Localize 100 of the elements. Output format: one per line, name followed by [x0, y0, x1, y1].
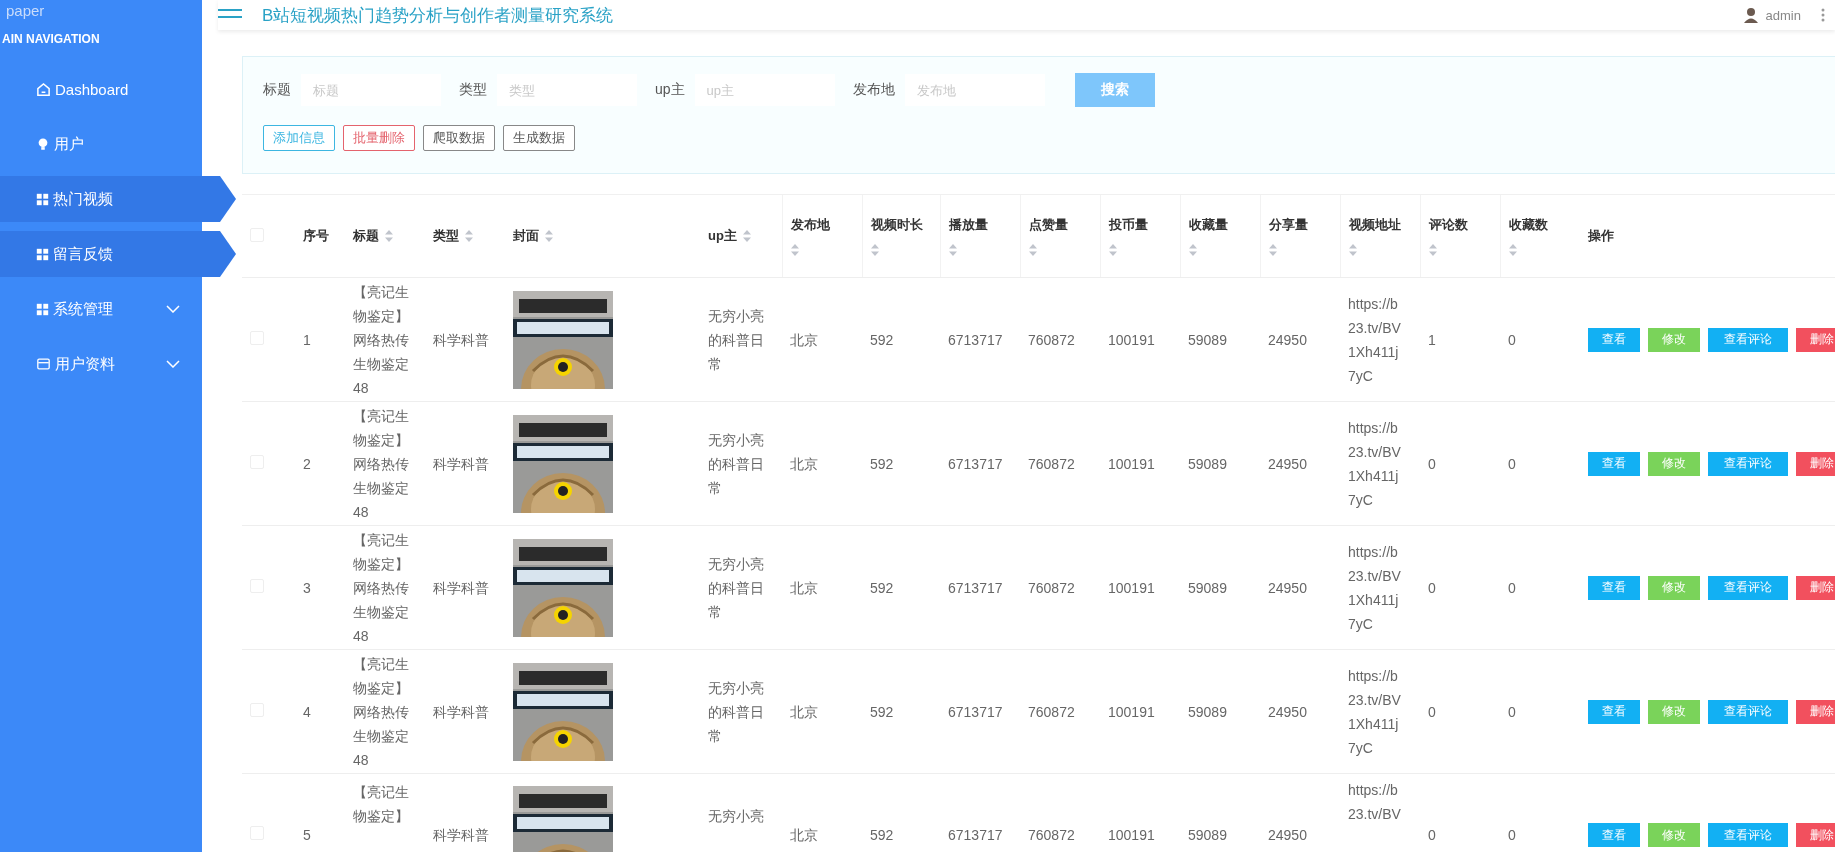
sidebar-item[interactable]: 用户资料 [0, 341, 202, 387]
action-button[interactable]: 爬取数据 [423, 125, 495, 151]
action-button[interactable]: 批量删除 [343, 125, 415, 151]
sort-icon[interactable] [742, 230, 751, 242]
column-header: 类型 [433, 227, 459, 245]
row-button[interactable]: 修改 [1648, 575, 1700, 600]
sort-icon[interactable] [545, 230, 553, 242]
row-button[interactable]: 修改 [1648, 699, 1700, 724]
table-cell-text: https://b23.tv/BV1Xh411j7yC [1348, 418, 1402, 510]
grid-icon [36, 247, 49, 261]
sort-icon[interactable] [385, 230, 393, 242]
table-cell: 59089 [1188, 331, 1227, 348]
row-button[interactable]: 删除 [1796, 451, 1835, 476]
row-button[interactable]: 修改 [1648, 823, 1700, 847]
column-header: 评论数 [1428, 216, 1468, 234]
table-cell: 760872 [1028, 703, 1075, 720]
sort-icon[interactable] [870, 244, 879, 256]
table-cell: 科学科普 [433, 579, 489, 596]
column-header: 标题 [353, 227, 379, 245]
table-cell: 6713717 [948, 703, 1003, 720]
action-button[interactable]: 生成数据 [503, 125, 575, 151]
table-cell: 0 [1508, 579, 1516, 596]
chevron-down-icon [166, 305, 180, 313]
sidebar-item[interactable]: 用户 [0, 121, 202, 167]
table-cell: 24950 [1268, 331, 1307, 348]
table-cell: 6713717 [948, 827, 1003, 843]
table-cell: 59089 [1188, 579, 1227, 596]
sort-icon[interactable] [948, 244, 957, 256]
table-cell: 3 [303, 579, 311, 596]
sort-icon[interactable] [465, 230, 473, 242]
row-button[interactable]: 删除 [1796, 327, 1835, 352]
table-cell-text: 无穷小亮的科普日常 [708, 430, 765, 498]
table-cell: 6713717 [948, 331, 1003, 348]
row-button[interactable]: 查看 [1588, 823, 1640, 847]
table-cell-text: 【亮记生物鉴定】网络热传生物鉴定48 [353, 282, 410, 398]
row-button[interactable]: 删除 [1796, 699, 1835, 724]
row-button[interactable]: 查看 [1588, 327, 1640, 352]
table-cell-text: https://b23.tv/BV1Xh411j7yC [1348, 542, 1402, 634]
sidebar-item[interactable]: 留言反馈 [0, 231, 236, 277]
row-button[interactable]: 查看 [1588, 575, 1640, 600]
table-cell: 59089 [1188, 455, 1227, 472]
table-cell-text: 【亮记生物鉴定】网络热传生物鉴定48 [353, 654, 410, 770]
table-cell: 760872 [1028, 455, 1075, 472]
column-header: 序号 [303, 227, 329, 245]
action-button[interactable]: 添加信息 [263, 125, 335, 151]
card-icon [36, 357, 51, 371]
more-icon[interactable] [1821, 8, 1825, 22]
user-name[interactable]: admin [1765, 7, 1801, 23]
table-cell: 科学科普 [433, 455, 489, 472]
sidebar-item[interactable]: Dashboard [0, 66, 202, 112]
column-header: 分享量 [1268, 216, 1308, 234]
row-button[interactable]: 删除 [1796, 575, 1835, 600]
bulb-icon [36, 136, 50, 152]
row-button[interactable]: 查看 [1588, 451, 1640, 476]
table-cell: 5 [303, 827, 311, 843]
sidebar-item[interactable]: 系统管理 [0, 286, 202, 332]
row-button[interactable]: 查看评论 [1708, 823, 1788, 847]
grid-icon [36, 192, 49, 206]
chevron-down-icon [166, 360, 180, 368]
logo-text: paper [5, 1, 46, 21]
table-cell: 0 [1428, 455, 1436, 472]
search-button[interactable]: 搜索 [1074, 73, 1155, 107]
table-cell: 0 [1508, 703, 1516, 720]
table-cell: 6713717 [948, 455, 1003, 472]
column-header: 点赞量 [1028, 216, 1068, 234]
sort-icon[interactable] [1348, 244, 1357, 256]
row-button[interactable]: 查看评论 [1708, 451, 1788, 476]
table-cell-text: https://b23.tv/BV [1348, 781, 1402, 824]
table-cell: 0 [1508, 331, 1516, 348]
table-cell: 100191 [1108, 455, 1155, 472]
sort-icon[interactable] [1028, 244, 1037, 256]
table-cell: 北京 [790, 455, 818, 472]
menu-icon[interactable] [218, 9, 242, 21]
row-button[interactable]: 查看评论 [1708, 327, 1788, 352]
column-header: 播放量 [948, 216, 988, 234]
row-button[interactable]: 修改 [1648, 327, 1700, 352]
row-button[interactable]: 查看评论 [1708, 575, 1788, 600]
sort-icon[interactable] [1508, 244, 1517, 256]
sort-icon[interactable] [1188, 244, 1197, 256]
table-cell: 100191 [1108, 331, 1155, 348]
table-cell: 0 [1508, 455, 1516, 472]
table-cell: 100191 [1108, 827, 1155, 843]
table-cell: 1 [303, 331, 311, 348]
table-cell: 592 [870, 579, 894, 596]
table-cell-text: 无穷小亮 [708, 807, 765, 826]
sort-icon[interactable] [1108, 244, 1117, 256]
avatar-icon [1743, 7, 1758, 23]
sort-icon[interactable] [790, 244, 799, 256]
home-icon [36, 81, 51, 97]
table-cell: 4 [303, 703, 311, 720]
sidebar-item[interactable]: 热门视频 [0, 176, 236, 222]
table-cell: 760872 [1028, 579, 1075, 596]
row-button[interactable]: 删除 [1796, 823, 1835, 847]
sort-icon[interactable] [1268, 244, 1277, 256]
row-button[interactable]: 查看 [1588, 699, 1640, 724]
table-cell: 24950 [1268, 579, 1307, 596]
row-button[interactable]: 查看评论 [1708, 699, 1788, 724]
row-button[interactable]: 修改 [1648, 451, 1700, 476]
column-header: 投币量 [1108, 216, 1148, 234]
sort-icon[interactable] [1428, 244, 1437, 256]
